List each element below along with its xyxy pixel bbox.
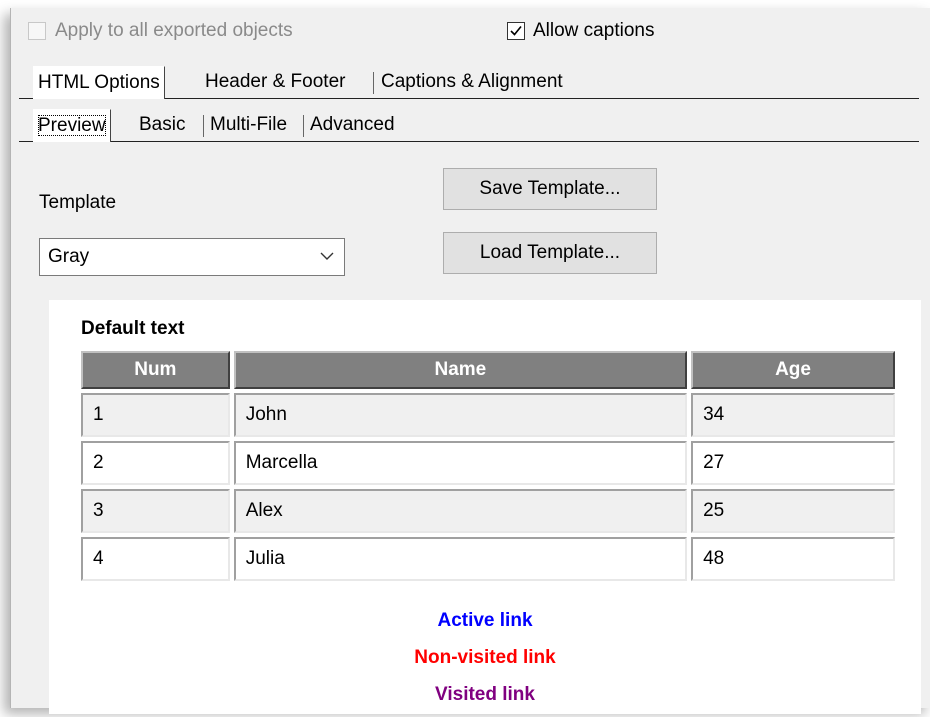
preview-table: Num Name Age 1 John 34 2 Marcella 27 3 A… [77, 347, 899, 585]
table-cell: Alex [233, 489, 688, 533]
table-cell: 27 [691, 441, 895, 485]
table-cell: 2 [81, 441, 230, 485]
template-label: Template [39, 192, 117, 213]
checkmark-icon [510, 25, 522, 36]
table-cell: 48 [691, 537, 895, 581]
tab-basic-label: Basic [139, 114, 186, 135]
table-cell: John [233, 393, 688, 437]
sub-tabstrip: Preview Basic Multi-File Advanced [19, 109, 919, 142]
table-row: 2 Marcella 27 [81, 441, 895, 485]
tab-html-options[interactable]: HTML Options [33, 66, 165, 99]
non-visited-link-sample: Non-visited link [414, 647, 556, 668]
default-text-label: Default text [81, 318, 185, 339]
tab-captions-alignment[interactable]: Captions & Alignment [377, 66, 567, 98]
table-row: 1 John 34 [81, 393, 895, 437]
tab-html-options-label: HTML Options [38, 72, 160, 93]
allow-captions-label: Allow captions [533, 20, 655, 41]
template-selected-value: Gray [48, 246, 90, 267]
allow-captions-checkbox[interactable] [507, 22, 525, 40]
tab-multi-file[interactable]: Multi-File [206, 109, 291, 141]
column-header-name: Name [233, 351, 688, 389]
preview-table-header-row: Num Name Age [81, 351, 895, 389]
tab-multi-file-label: Multi-File [210, 114, 288, 135]
tab-separator [303, 115, 304, 137]
tab-captions-alignment-label: Captions & Alignment [381, 71, 563, 92]
chevron-down-icon [320, 252, 334, 260]
tab-separator [203, 115, 204, 137]
template-dropdown[interactable]: Gray [39, 238, 345, 276]
tab-header-footer-label: Header & Footer [205, 71, 346, 92]
main-tabstrip: HTML Options Header & Footer Captions & … [19, 66, 919, 99]
apply-all-label: Apply to all exported objects [55, 20, 293, 41]
table-cell: 4 [81, 537, 230, 581]
table-cell: Marcella [233, 441, 688, 485]
table-row: 3 Alex 25 [81, 489, 895, 533]
save-template-button[interactable]: Save Template... [443, 168, 657, 210]
table-cell: 25 [691, 489, 895, 533]
load-template-button[interactable]: Load Template... [443, 232, 657, 274]
table-cell: 1 [81, 393, 230, 437]
export-options-panel: Apply to all exported objects Allow capt… [10, 8, 930, 714]
tab-advanced[interactable]: Advanced [306, 109, 399, 141]
table-cell: Julia [233, 537, 688, 581]
column-header-num: Num [81, 351, 230, 389]
tab-header-footer[interactable]: Header & Footer [201, 66, 349, 98]
tab-basic[interactable]: Basic [135, 109, 189, 141]
column-header-age: Age [691, 351, 895, 389]
visited-link-sample: Visited link [435, 684, 535, 705]
tab-separator [373, 72, 374, 94]
active-link-sample: Active link [437, 610, 533, 631]
tab-preview[interactable]: Preview [33, 109, 111, 142]
tab-advanced-label: Advanced [310, 114, 395, 135]
apply-all-checkbox[interactable] [28, 22, 46, 40]
tab-preview-label: Preview [38, 115, 106, 136]
table-cell: 34 [691, 393, 895, 437]
table-row: 4 Julia 48 [81, 537, 895, 581]
template-preview: Default text Num Name Age 1 John 34 2 Ma… [49, 300, 921, 714]
table-cell: 3 [81, 489, 230, 533]
